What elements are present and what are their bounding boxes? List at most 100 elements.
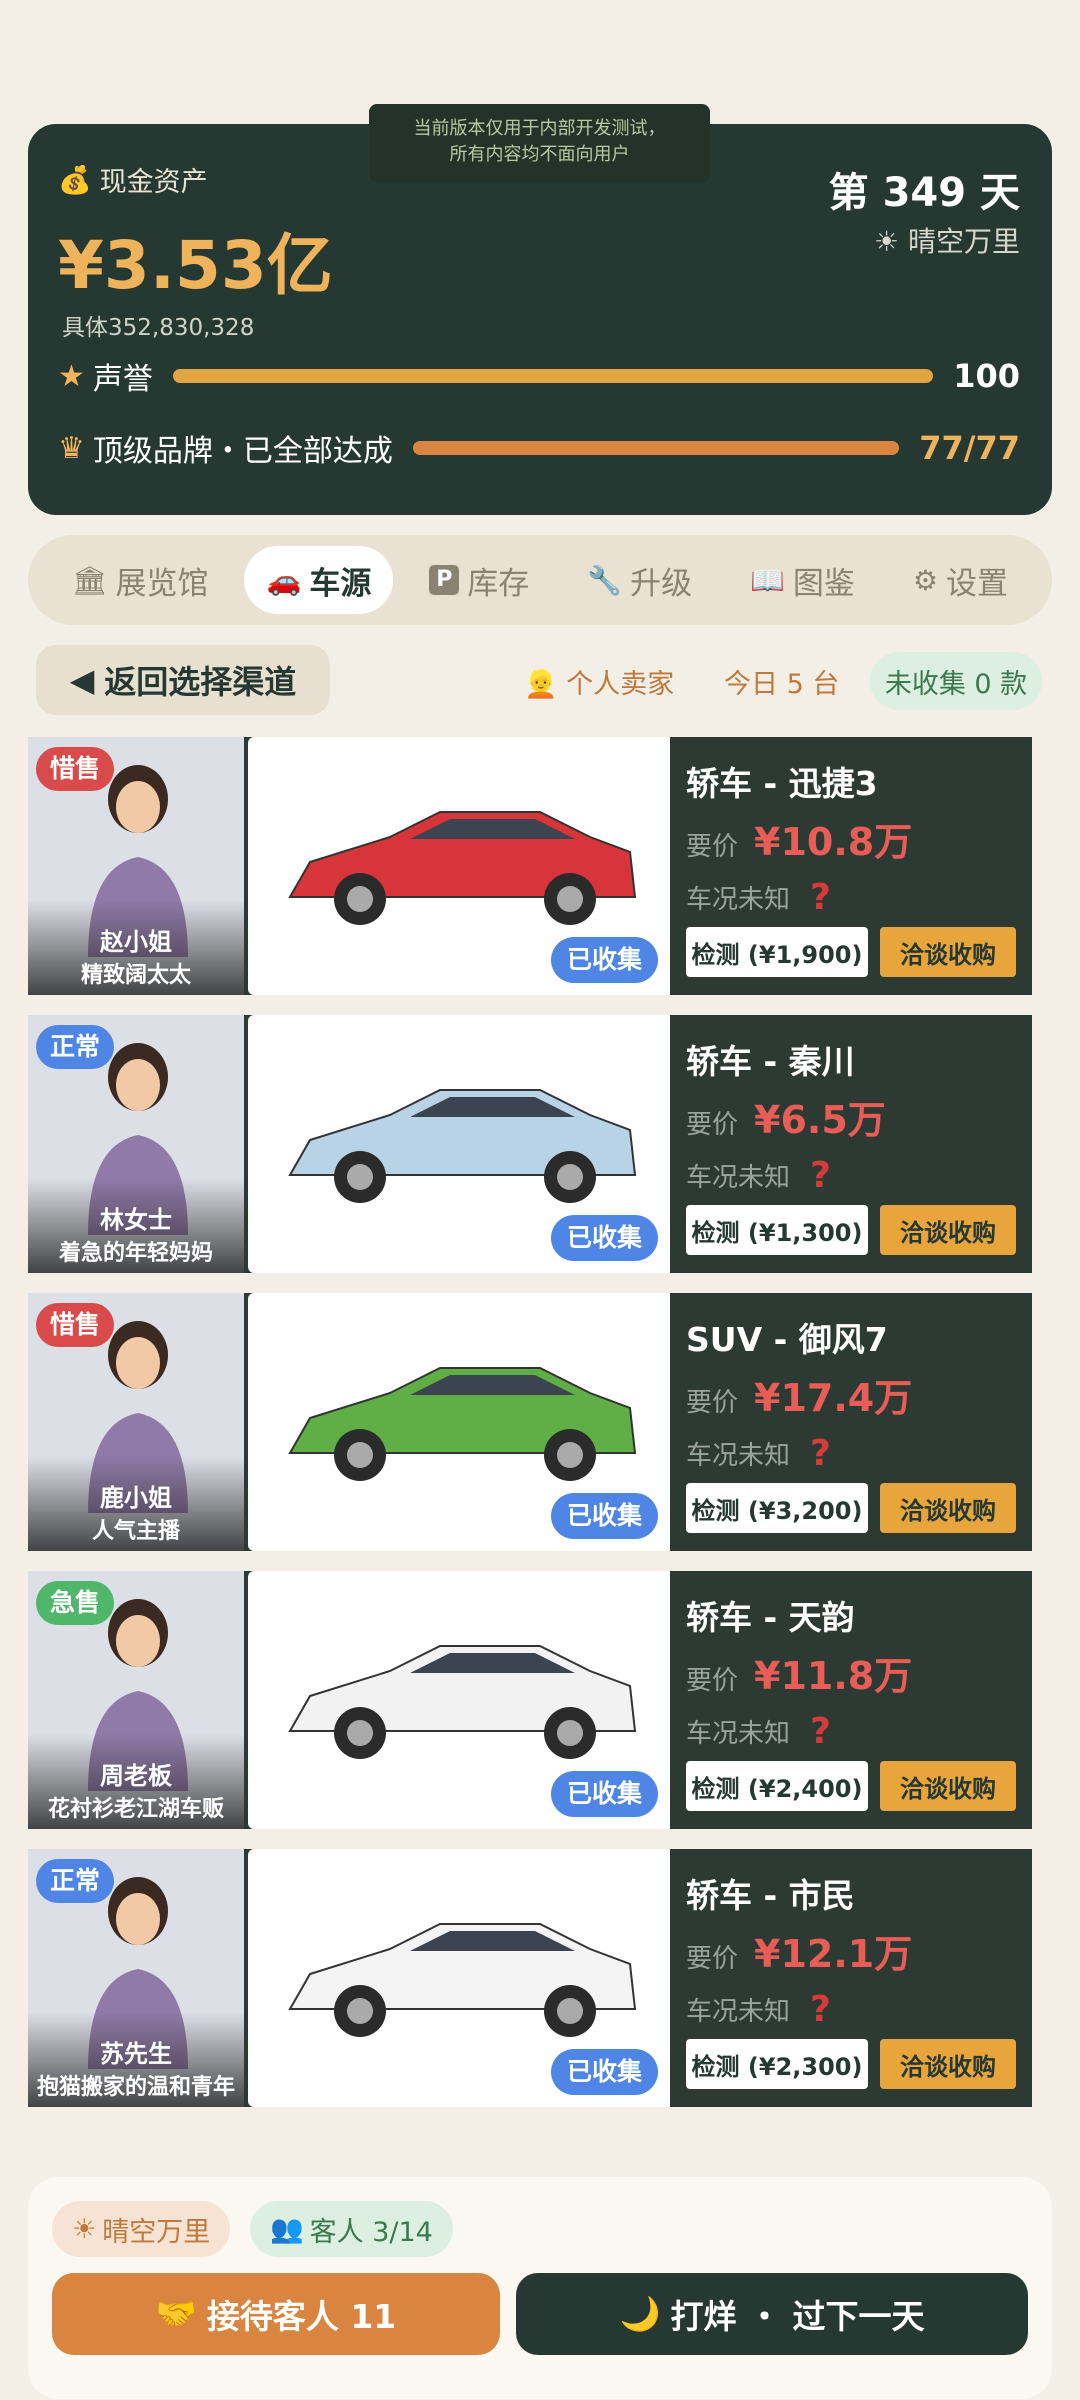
listing-card: 急售 周老板 花衬衫老江湖车贩 已收集 轿车 - 天韵 要价 ¥11.8万 车况… <box>28 1571 1032 1829</box>
car-image: 已收集 <box>248 737 670 995</box>
collected-badge: 已收集 <box>550 937 658 983</box>
inspect-button[interactable]: 检测 (¥2,300) <box>686 2039 868 2089</box>
dev-notice-banner: 当前版本仅用于内部开发测试， 所有内容均不面向用户 <box>369 104 710 182</box>
seller-description: 花衬衫老江湖车贩 <box>47 1797 224 1822</box>
negotiate-button[interactable]: 洽谈收购 <box>880 927 1016 977</box>
tab-label: 展览馆 <box>115 565 209 602</box>
listing-card: 正常 林女士 着急的年轻妈妈 已收集 轿车 - 秦川 要价 ¥6.5万 车况未知… <box>28 1015 1032 1273</box>
car-image: 已收集 <box>248 1015 670 1273</box>
tab-label: 升级 <box>630 565 693 602</box>
listing-info: 轿车 - 市民 要价 ¥12.1万 车况未知 ? 检测 (¥2,300) 洽谈收… <box>670 1849 1032 2107</box>
tab-settings[interactable]: ⚙ 设置 <box>891 546 1030 614</box>
listing-card: 惜售 赵小姐 精致阔太太 已收集 轿车 - 迅捷3 要价 ¥10.8万 车况未知… <box>28 737 1032 995</box>
price-row: 要价 ¥12.1万 <box>686 1923 912 1978</box>
price-row: 要价 ¥11.8万 <box>686 1645 912 1700</box>
star-icon: ★ <box>58 358 85 394</box>
car-illustration <box>288 1923 637 2037</box>
seller-description: 抱猫搬家的温和青年 <box>36 2075 235 2100</box>
seller-name: 赵小姐 <box>100 928 172 956</box>
handshake-icon: 🤝 <box>155 2294 197 2333</box>
car-image: 已收集 <box>248 1849 670 2107</box>
price-label: 要价 <box>686 1944 739 1974</box>
car-name: 轿车 - 秦川 <box>686 1042 855 1081</box>
price-row: 要价 ¥10.8万 <box>686 811 912 866</box>
negotiate-button[interactable]: 洽谈收购 <box>880 2039 1016 2089</box>
tab-label: 设置 <box>945 565 1008 602</box>
car-image: 已收集 <box>248 1571 670 1829</box>
tab-gallery[interactable]: 🏛 展览馆 <box>50 546 231 614</box>
asking-price: ¥6.5万 <box>754 1098 886 1142</box>
car-illustration <box>288 811 637 925</box>
receive-customers-button[interactable]: 🤝 接待客人 11 <box>52 2273 500 2355</box>
price-label: 要价 <box>686 1388 739 1418</box>
uncollected-badge: 未收集 0 款 <box>870 652 1042 710</box>
car-name: 轿车 - 天韵 <box>686 1598 855 1637</box>
tab-label: 库存 <box>467 565 530 602</box>
condition-label: 车况未知 <box>686 1163 791 1193</box>
bottom-bar: ☀ 晴空万里 👥 客人 3/14 🤝 接待客人 11 🌙 打烊 ・ 过下一天 <box>28 2177 1052 2399</box>
inspect-button[interactable]: 检测 (¥3,200) <box>686 1483 868 1533</box>
channel-label: 👱 个人卖家 <box>524 669 675 700</box>
today-count: 今日 5 台 <box>724 669 840 700</box>
book-icon: 📖 <box>750 563 785 597</box>
collected-badge: 已收集 <box>550 1771 658 1817</box>
seller-name: 周老板 <box>100 1762 172 1790</box>
mood-badge: 正常 <box>36 1025 115 1069</box>
seller-description: 着急的年轻妈妈 <box>58 1241 213 1266</box>
question-mark-icon: ? <box>810 877 831 918</box>
tab-catalog[interactable]: 📖 图鉴 <box>728 546 877 614</box>
condition-label: 车况未知 <box>686 1997 791 2027</box>
money-bag-icon: 💰 <box>58 164 92 196</box>
listing-info: 轿车 - 秦川 要价 ¥6.5万 车况未知 ? 检测 (¥1,300) 洽谈收购 <box>670 1015 1032 1273</box>
crown-icon: ♛ <box>58 430 85 466</box>
price-label: 要价 <box>686 1110 739 1140</box>
stats-panel: 💰 现金资产 ¥3.53亿 具体352,830,328 第 349 天 ☀ 晴空… <box>28 124 1052 515</box>
weather-status: ☀ 晴空万里 <box>874 220 1020 260</box>
car-name: 轿车 - 市民 <box>686 1876 855 1915</box>
gear-icon: ⚙ <box>912 563 938 597</box>
inspect-button[interactable]: 检测 (¥1,300) <box>686 1205 868 1255</box>
negotiate-button[interactable]: 洽谈收购 <box>880 1205 1016 1255</box>
listing-info: 轿车 - 天韵 要价 ¥11.8万 车况未知 ? 检测 (¥2,400) 洽谈收… <box>670 1571 1032 1829</box>
back-to-channel-button[interactable]: ◀ 返回选择渠道 <box>36 645 330 715</box>
triangle-left-icon: ◀ <box>69 661 95 699</box>
car-illustration <box>288 1367 637 1481</box>
price-row: 要价 ¥6.5万 <box>686 1089 886 1144</box>
condition-label: 车况未知 <box>686 1719 791 1749</box>
seller-name: 鹿小姐 <box>100 1484 172 1512</box>
condition-row: 车况未知 ? <box>686 1989 831 2030</box>
car-illustration <box>288 1645 637 1759</box>
person-icon: 👱 <box>524 669 558 700</box>
tab-inventory[interactable]: P 库存 <box>407 546 551 614</box>
close-shop-button[interactable]: 🌙 打烊 ・ 过下一天 <box>516 2273 1028 2355</box>
seller-portrait: 急售 周老板 花衬衫老江湖车贩 <box>28 1571 244 1829</box>
car-illustration <box>288 1089 637 1203</box>
museum-icon: 🏛 <box>72 563 108 597</box>
seller-portrait: 正常 林女士 着急的年轻妈妈 <box>28 1015 244 1273</box>
day-counter: 第 349 天 <box>828 170 1020 216</box>
back-label: 返回选择渠道 <box>104 663 297 701</box>
tab-upgrade[interactable]: 🔧 升级 <box>565 546 714 614</box>
collected-badge: 已收集 <box>550 2049 658 2095</box>
cash-value: ¥3.53亿 <box>58 227 333 304</box>
negotiate-button[interactable]: 洽谈收购 <box>880 1483 1016 1533</box>
price-label: 要价 <box>686 1666 739 1696</box>
listing-info: SUV - 御风7 要价 ¥17.4万 车况未知 ? 检测 (¥3,200) 洽… <box>670 1293 1032 1551</box>
tab-car-source[interactable]: 🚗 车源 <box>244 546 394 614</box>
listing-card: 惜售 鹿小姐 人气主播 已收集 SUV - 御风7 要价 ¥17.4万 车况未知… <box>28 1293 1032 1551</box>
brand-progress-bar <box>412 441 900 455</box>
seller-portrait: 惜售 赵小姐 精致阔太太 <box>28 737 244 995</box>
guests-chip: 👥 客人 3/14 <box>250 2201 453 2257</box>
car-image: 已收集 <box>248 1293 670 1551</box>
condition-row: 车况未知 ? <box>686 1155 831 1196</box>
question-mark-icon: ? <box>810 1433 831 1474</box>
reputation-label: 声誉 <box>92 362 153 397</box>
collected-badge: 已收集 <box>550 1215 658 1261</box>
condition-row: 车况未知 ? <box>686 877 831 918</box>
negotiate-button[interactable]: 洽谈收购 <box>880 1761 1016 1811</box>
inspect-button[interactable]: 检测 (¥1,900) <box>686 927 868 977</box>
inspect-button[interactable]: 检测 (¥2,400) <box>686 1761 868 1811</box>
condition-label: 车况未知 <box>686 885 791 915</box>
tab-label: 车源 <box>309 565 372 602</box>
condition-label: 车况未知 <box>686 1441 791 1471</box>
